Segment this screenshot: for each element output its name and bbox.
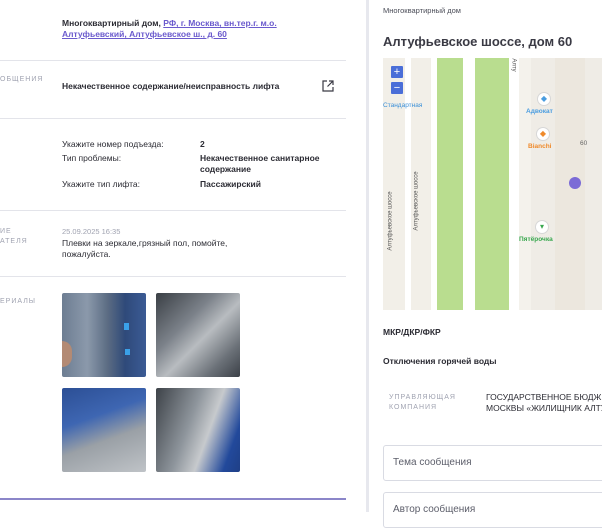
map-poi-pyaterochka[interactable]: ▾ bbox=[536, 221, 548, 233]
detail-label-entrance: Укажите номер подъезда: bbox=[62, 139, 164, 149]
map-label-pyaterochka: Пятёрочка bbox=[519, 236, 553, 243]
map-road bbox=[463, 58, 475, 310]
photo-thumbnail[interactable] bbox=[62, 388, 146, 472]
detail-label-problem: Тип проблемы: bbox=[62, 153, 122, 163]
map-green-strip bbox=[475, 58, 509, 310]
mgmt-label-line1: УПРАВЛЯЮЩАЯ bbox=[389, 394, 456, 401]
map-label-standard: Стандартная bbox=[383, 102, 423, 109]
map-street-label: Алту bbox=[510, 58, 517, 72]
detail-value-problem: Некачественное санитарное содержание bbox=[200, 153, 320, 174]
photo-thumbnail[interactable] bbox=[62, 293, 146, 377]
panel-divider bbox=[366, 0, 369, 512]
hot-water-link[interactable]: Отключения горячей воды bbox=[383, 356, 497, 367]
bottom-divider bbox=[0, 498, 346, 500]
map-road bbox=[509, 58, 519, 310]
topic-label: ОБЩЕНИЯ bbox=[0, 76, 44, 83]
materials-label: ЕРИАЛЫ bbox=[0, 298, 36, 305]
detail-value-entrance: 2 bbox=[200, 139, 205, 149]
comment-date: 25.09.2025 16:35 bbox=[62, 227, 121, 236]
mkr-link[interactable]: МКР/ДКР/ФКР bbox=[383, 327, 441, 338]
mgmt-label: УПРАВЛЯЮЩАЯ КОМПАНИЯ bbox=[389, 393, 456, 413]
page-title: Алтуфьевское шоссе, дом 60 bbox=[383, 34, 573, 49]
external-link-icon[interactable] bbox=[322, 79, 334, 92]
map-street-label: Алтуфьевское шоссе bbox=[413, 171, 420, 231]
mgmt-value: ГОСУДАРСТВЕННОЕ БЮДЖЕ МОСКВЫ «ЖИЛИЩНИК А… bbox=[486, 392, 602, 414]
message-author-field[interactable]: Автор сообщения bbox=[383, 492, 602, 528]
divider bbox=[0, 276, 346, 277]
map-label-bianchi: Bianchi bbox=[528, 143, 552, 150]
divider bbox=[0, 118, 346, 119]
detail-label-lift: Укажите тип лифта: bbox=[62, 179, 140, 189]
comment-text: Плевки на зеркале,грязный пол, помойте, … bbox=[62, 238, 228, 259]
map-zoom-in-button[interactable]: + bbox=[391, 66, 403, 78]
map-green-strip bbox=[437, 58, 463, 310]
photo-thumbnail[interactable] bbox=[156, 388, 240, 472]
mgmt-value-line1: ГОСУДАРСТВЕННОЕ БЮДЖЕ bbox=[486, 392, 602, 402]
map[interactable]: Алтуфьевское шоссе Алтуфьевское шоссе Ал… bbox=[383, 58, 602, 310]
mgmt-label-line2: КОМПАНИЯ bbox=[389, 404, 438, 411]
map-street-label: Алтуфьевское шоссе bbox=[387, 191, 394, 251]
comment-label-line1: ИЕ bbox=[0, 228, 12, 235]
building-info: Многоквартирный дом, РФ, г. Москва, вн.т… bbox=[62, 18, 342, 40]
detail-value-lift: Пассажирский bbox=[200, 179, 261, 189]
map-poi-advokat[interactable]: ◆ bbox=[538, 93, 550, 105]
map-label-number: 60 bbox=[580, 140, 588, 147]
comment-label: ИЕ АТЕЛЯ bbox=[0, 227, 28, 247]
building-subtitle: Многоквартирный дом bbox=[383, 6, 461, 15]
map-zoom-out-button[interactable]: − bbox=[391, 82, 403, 94]
mgmt-value-line2: МОСКВЫ «ЖИЛИЩНИК АЛТУ bbox=[486, 403, 602, 413]
message-subject-placeholder: Тема сообщения bbox=[393, 457, 472, 468]
building-type: Многоквартирный дом, bbox=[62, 18, 161, 28]
message-author-placeholder: Автор сообщения bbox=[393, 504, 476, 515]
map-road bbox=[405, 58, 411, 310]
comment-label-line2: АТЕЛЯ bbox=[0, 238, 28, 245]
map-poi-bianchi[interactable]: ◆ bbox=[537, 128, 549, 140]
map-location-pin[interactable] bbox=[569, 177, 581, 189]
divider bbox=[0, 60, 346, 61]
divider bbox=[0, 210, 346, 211]
message-subject-field[interactable]: Тема сообщения bbox=[383, 445, 602, 481]
photo-thumbnail[interactable] bbox=[156, 293, 240, 377]
map-road bbox=[519, 58, 531, 310]
topic-value: Некачественное содержание/неисправность … bbox=[62, 81, 280, 91]
map-label-advokat: Адвокат bbox=[526, 108, 553, 115]
